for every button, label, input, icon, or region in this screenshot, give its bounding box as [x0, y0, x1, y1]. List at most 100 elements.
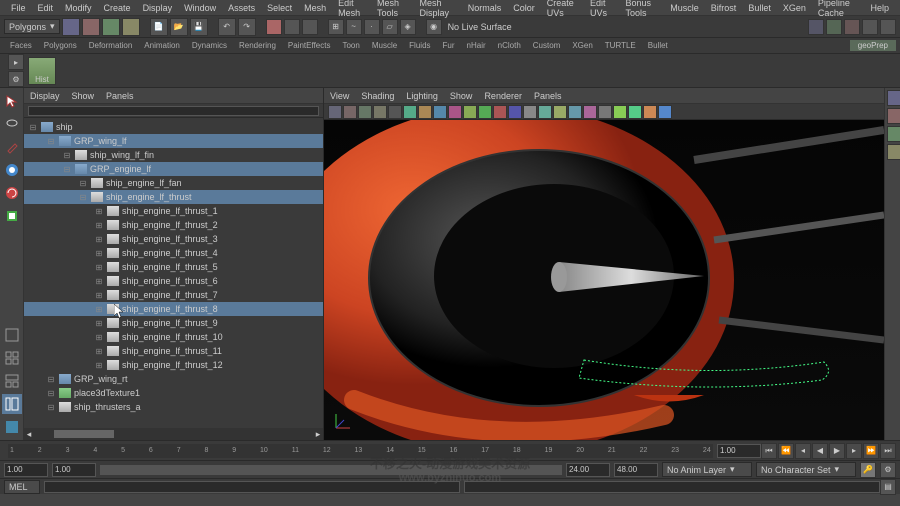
snap-curve-icon[interactable]: ~ — [346, 19, 362, 35]
shelf-menu-icon[interactable]: ⚙ — [8, 71, 24, 87]
mode-dropdown[interactable]: Polygons▾ — [4, 19, 60, 34]
snap-plane-icon[interactable]: ▱ — [382, 19, 398, 35]
menu-help[interactable]: Help — [864, 3, 895, 13]
menu-display[interactable]: Display — [137, 3, 179, 13]
ipr-icon[interactable] — [826, 19, 842, 35]
shelf-tab-faces[interactable]: Faces — [4, 40, 38, 51]
prefs-icon[interactable]: ⚙ — [880, 462, 896, 478]
viewport-tool-icon-0[interactable] — [328, 105, 342, 119]
tree-row[interactable]: ⊟GRP_wing_rt — [24, 372, 323, 386]
tree-row[interactable]: ⊞ship_engine_lf_thrust_6 — [24, 274, 323, 288]
tool-icon-3[interactable] — [102, 18, 120, 36]
viewport-menu-panels[interactable]: Panels — [534, 91, 562, 101]
menu-edit[interactable]: Edit — [32, 3, 60, 13]
go-start-button[interactable]: ⏮ — [761, 443, 777, 459]
menu-mesh-tools[interactable]: Mesh Tools — [371, 0, 413, 18]
channel-icon[interactable] — [887, 90, 900, 106]
tree-row[interactable]: ⊟ship_engine_lf_thrust — [24, 190, 323, 204]
viewport-tool-icon-7[interactable] — [433, 105, 447, 119]
redo-icon[interactable]: ↷ — [238, 18, 256, 36]
menu-muscle[interactable]: Muscle — [664, 3, 705, 13]
viewport-tool-icon-22[interactable] — [658, 105, 672, 119]
tool-settings-icon[interactable] — [887, 144, 900, 160]
shelf-tab-xgen[interactable]: XGen — [566, 40, 598, 51]
layer-icon[interactable] — [887, 108, 900, 124]
tree-row[interactable]: ⊞ship_engine_lf_thrust_7 — [24, 288, 323, 302]
save-icon[interactable]: 💾 — [190, 18, 208, 36]
tree-row[interactable]: ⊞ship_engine_lf_thrust_8 — [24, 302, 323, 316]
shelf-tab-animation[interactable]: Animation — [138, 40, 186, 51]
play-back-button[interactable]: ◀ — [812, 443, 828, 459]
viewport-tool-icon-15[interactable] — [553, 105, 567, 119]
viewport-tool-icon-13[interactable] — [523, 105, 537, 119]
viewport-tool-icon-6[interactable] — [418, 105, 432, 119]
menu-color[interactable]: Color — [507, 3, 541, 13]
next-key-button[interactable]: ▸ — [846, 443, 862, 459]
viewport-tool-icon-21[interactable] — [643, 105, 657, 119]
attr-icon[interactable] — [887, 126, 900, 142]
menu-create-uvs[interactable]: Create UVs — [541, 0, 584, 18]
tool-icon-4[interactable] — [122, 18, 140, 36]
layout-single-icon[interactable] — [2, 325, 22, 345]
viewport-tool-icon-8[interactable] — [448, 105, 462, 119]
character-set-dropdown[interactable]: No Character Set▾ — [756, 462, 856, 477]
command-input[interactable] — [44, 481, 460, 493]
menu-modify[interactable]: Modify — [59, 3, 98, 13]
script-lang-dropdown[interactable]: MEL — [4, 480, 40, 494]
menu-window[interactable]: Window — [178, 3, 222, 13]
tool-icon-2[interactable] — [82, 18, 100, 36]
new-icon[interactable]: 📄 — [150, 18, 168, 36]
viewport-tool-icon-18[interactable] — [598, 105, 612, 119]
shelf-tab-rendering[interactable]: Rendering — [233, 40, 282, 51]
menu-edit-mesh[interactable]: Edit Mesh — [332, 0, 371, 18]
time-slider-track[interactable]: 123456789101112131415161718192021222324 — [8, 444, 713, 458]
viewport-menu-view[interactable]: View — [330, 91, 349, 101]
tree-row[interactable]: ⊞ship_engine_lf_thrust_12 — [24, 358, 323, 372]
menu-file[interactable]: File — [5, 3, 32, 13]
viewport-tool-icon-4[interactable] — [388, 105, 402, 119]
tree-row[interactable]: ⊟GRP_engine_lf — [24, 162, 323, 176]
menu-pipeline-cache[interactable]: Pipeline Cache — [812, 0, 865, 18]
channel-box-toggle[interactable] — [884, 88, 900, 440]
outliner-menu-show[interactable]: Show — [72, 91, 95, 101]
live-icon[interactable]: ◉ — [426, 19, 442, 35]
viewport-tool-icon-19[interactable] — [613, 105, 627, 119]
viewport-tool-icon-3[interactable] — [373, 105, 387, 119]
render-icon[interactable] — [808, 19, 824, 35]
current-frame-field[interactable]: 1.00 — [717, 444, 761, 458]
snap-point-icon[interactable]: · — [364, 19, 380, 35]
render-view-icon[interactable] — [844, 19, 860, 35]
menu-bifrost[interactable]: Bifrost — [705, 3, 743, 13]
playback-end-field[interactable]: 24.00 — [566, 463, 610, 477]
tree-row[interactable]: ⊞ship_engine_lf_thrust_9 — [24, 316, 323, 330]
paint-tool-icon[interactable] — [2, 137, 22, 157]
tree-row[interactable]: ⊟place3dTexture1 — [24, 386, 323, 400]
step-fwd-button[interactable]: ⏩ — [863, 443, 879, 459]
tree-row[interactable]: ⊟GRP_wing_lf — [24, 134, 323, 148]
menu-assets[interactable]: Assets — [222, 3, 261, 13]
go-end-button[interactable]: ⏭ — [880, 443, 896, 459]
viewport-menu-lighting[interactable]: Lighting — [406, 91, 438, 101]
undo-icon[interactable]: ↶ — [218, 18, 236, 36]
tree-row[interactable]: ⊞ship_engine_lf_thrust_3 — [24, 232, 323, 246]
select-mode-icon[interactable] — [266, 19, 282, 35]
tree-row[interactable]: ⊟ship — [24, 120, 323, 134]
menu-xgen[interactable]: XGen — [777, 3, 812, 13]
lasso-icon[interactable] — [284, 19, 300, 35]
shelf-tab-polygons[interactable]: Polygons — [38, 40, 83, 51]
viewport-menu-shading[interactable]: Shading — [361, 91, 394, 101]
menu-bullet[interactable]: Bullet — [742, 3, 777, 13]
shelf-tab-toon[interactable]: Toon — [336, 40, 365, 51]
snap-live-icon[interactable]: ◈ — [400, 19, 416, 35]
shelf-tab-bullet[interactable]: Bullet — [642, 40, 674, 51]
viewport-tool-icon-12[interactable] — [508, 105, 522, 119]
viewport-tool-icon-16[interactable] — [568, 105, 582, 119]
viewport-menu-show[interactable]: Show — [450, 91, 473, 101]
menu-mesh-display[interactable]: Mesh Display — [413, 0, 461, 18]
open-icon[interactable]: 📂 — [170, 18, 188, 36]
select-tool-icon[interactable] — [2, 91, 22, 111]
shelf-tab-muscle[interactable]: Muscle — [366, 40, 403, 51]
menu-mesh[interactable]: Mesh — [298, 3, 332, 13]
layout-outliner-icon[interactable] — [2, 394, 22, 414]
layout-persp-icon[interactable] — [2, 371, 22, 391]
